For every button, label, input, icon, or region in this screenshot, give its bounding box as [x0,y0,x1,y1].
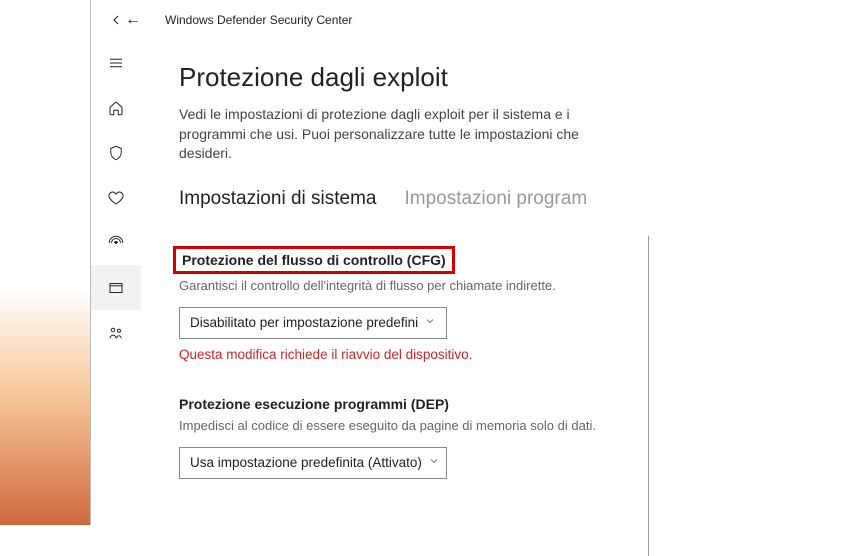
chevron-down-icon [428,455,440,470]
chevron-down-icon [424,315,436,330]
nav-firewall[interactable] [91,220,141,265]
hamburger-menu-button[interactable] [91,40,141,85]
desktop-background [0,0,90,525]
main-content: Protezione dagli exploit Vedi le imposta… [141,40,860,525]
settings-scroll-area: Protezione del flusso di controllo (CFG)… [179,246,679,479]
setting-dep-dropdown[interactable]: Usa impostazione predefinita (Attivato) [179,447,447,479]
setting-cfg-value: Disabilitato per impostazione predefini [190,315,418,330]
nav-device-health[interactable] [91,175,141,220]
setting-dep-description: Impedisci al codice di essere eseguito d… [179,418,679,433]
nav-home[interactable] [91,85,141,130]
tab-program-settings[interactable]: Impostazioni program [404,188,587,210]
nav-app-browser-control[interactable] [91,265,141,310]
nav-virus-protection[interactable] [91,130,141,175]
tab-system-settings[interactable]: Impostazioni di sistema [179,188,376,210]
setting-cfg-description: Garantisci il controllo dell'integrità d… [179,278,679,293]
setting-cfg-dropdown[interactable]: Disabilitato per impostazione predefini [179,307,447,339]
setting-dep-title: Protezione esecuzione programmi (DEP) [179,396,449,412]
setting-dep-value: Usa impostazione predefinita (Attivato) [190,455,422,470]
app-window: back ← Windows Defender Security Center [90,0,860,525]
tabs: Impostazioni di sistema Impostazioni pro… [179,188,850,210]
setting-cfg-title: Protezione del flusso di controllo (CFG) [173,246,455,274]
titlebar: back ← Windows Defender Security Center [91,0,860,40]
nav-family-options[interactable] [91,310,141,355]
page-description: Vedi le impostazioni di protezione dagli… [179,105,599,164]
sidebar [91,40,141,525]
setting-cfg-warning: Questa modifica richiede il riavvio del … [179,347,679,362]
window-title: Windows Defender Security Center [165,13,352,27]
back-arrow-glyph: ← [125,11,141,29]
setting-cfg: Protezione del flusso di controllo (CFG)… [179,246,679,362]
setting-dep: Protezione esecuzione programmi (DEP) Im… [179,396,679,479]
page-title: Protezione dagli exploit [179,62,850,93]
scrollbar[interactable] [648,236,649,556]
